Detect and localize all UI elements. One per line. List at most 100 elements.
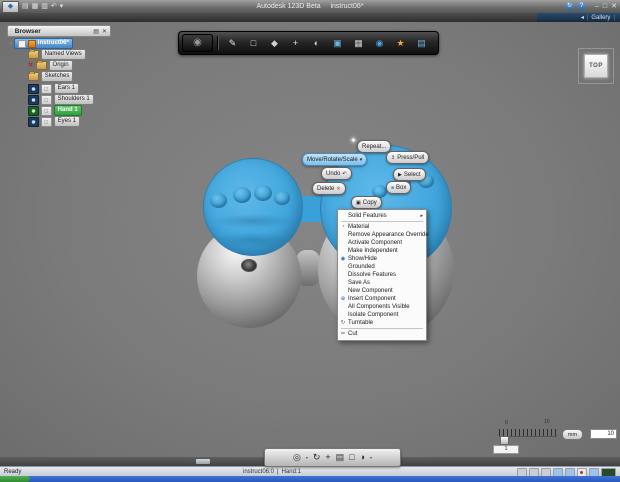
browser-item-label[interactable]: Sketches	[40, 71, 74, 82]
toolbar-shell-icon[interactable]: ◐	[307, 34, 326, 52]
scrollbar-thumb[interactable]	[196, 459, 210, 464]
menu-item-material[interactable]: ◔ Material	[338, 223, 426, 231]
browser-item-label[interactable]: Named Views	[40, 49, 86, 60]
undo-button[interactable]: Undo ↶	[321, 167, 352, 180]
folder-icon	[27, 71, 39, 81]
3d-viewport[interactable]	[0, 22, 620, 457]
app-menu-button[interactable]: ◆	[2, 0, 19, 13]
browser-item-eyes-1[interactable]: · ◻ Eyes 1	[24, 116, 81, 127]
toolbar-move-icon[interactable]: +	[286, 34, 305, 52]
browser-item-label[interactable]: Hand 1	[53, 105, 82, 116]
menu-item-save-as[interactable]: Save As	[338, 279, 426, 287]
knuckle-bump	[210, 193, 227, 208]
close-button[interactable]: ✕	[611, 2, 617, 11]
menu-item-label: Remove Appearance Override	[348, 232, 429, 238]
toolbar-combine-icon[interactable]: ▣	[328, 34, 347, 52]
menu-item-activate-component[interactable]: Activate Component	[338, 239, 426, 247]
start-button[interactable]	[0, 476, 30, 482]
browser-item-label[interactable]: Origin	[48, 60, 73, 71]
menu-separator	[341, 221, 423, 222]
browser-item-origin[interactable]: · ✕ Origin	[24, 60, 73, 71]
menu-item-new-component[interactable]: New Component	[338, 287, 426, 295]
os-taskbar[interactable]	[0, 476, 620, 482]
knuckle-bump	[254, 185, 272, 201]
browser-item-sketches[interactable]: · Sketches	[24, 71, 74, 82]
minimize-button[interactable]: –	[595, 2, 599, 11]
menu-item-make-independent[interactable]: Make Independent	[338, 247, 426, 255]
caret-down-icon[interactable]: ▾	[306, 455, 308, 460]
browser-item-hand-1[interactable]: · ◻ Hand 1	[24, 105, 82, 116]
ruler-handle[interactable]	[500, 436, 509, 445]
display-style-icon[interactable]: ◑	[360, 450, 365, 465]
menu-item-turntable[interactable]: ↻ Turntable	[338, 319, 426, 327]
toolbar-text-3d-icon[interactable]: ★	[391, 34, 410, 52]
browser-panel-header[interactable]: :: Browser ▤ ✕	[7, 25, 111, 37]
visibility-icon[interactable]	[27, 94, 39, 105]
delete-button[interactable]: Delete ✕	[312, 182, 346, 195]
copy-button[interactable]: ▣ Copy	[351, 196, 382, 209]
visibility-icon[interactable]	[27, 83, 39, 94]
browser-item-label[interactable]: Shoulders 1	[53, 94, 94, 105]
undo-icon[interactable]: ↶	[51, 2, 57, 12]
document-title: instruct06*	[330, 3, 364, 10]
pan-icon[interactable]: +	[325, 450, 330, 465]
steering-wheel-icon[interactable]: ◎	[293, 450, 301, 465]
orbit-icon[interactable]: ↻	[313, 450, 321, 465]
sync-icon[interactable]: ↻	[565, 2, 574, 11]
snap-value-field[interactable]: 1	[493, 445, 519, 454]
browser-item-ears-1[interactable]: · ◻ Ears 1	[24, 83, 80, 94]
visibility-icon[interactable]	[27, 105, 39, 116]
press-pull-icon: ↥	[391, 154, 396, 161]
panel-close-icon[interactable]: ✕	[102, 28, 107, 35]
toolbar-pattern-icon[interactable]: ▦	[349, 34, 368, 52]
view-cube[interactable]: TOP	[584, 54, 608, 78]
menu-item-label: Isolate Component	[348, 312, 399, 318]
help-icon[interactable]: ?	[577, 2, 586, 11]
panel-menu-icon[interactable]: ▤	[93, 28, 99, 35]
menu-item-show-hide[interactable]: ◉ Show/Hide	[338, 255, 426, 263]
press-pull-button[interactable]: ↥ Press/Pull	[386, 151, 430, 164]
save-icon[interactable]: ▦	[32, 2, 39, 12]
menu-item-insert-component[interactable]: ⊕ Insert Component	[338, 295, 426, 303]
browser-item-label[interactable]: Ears 1	[53, 83, 80, 94]
snap-ruler[interactable]	[499, 429, 557, 437]
toolbar-press-pull-icon[interactable]: ◆	[265, 34, 284, 52]
print-icon[interactable]: ▥	[41, 2, 48, 12]
menu-item-remove-appearance-override[interactable]: Remove Appearance Override	[338, 231, 429, 239]
open-icon[interactable]: ▤	[22, 2, 29, 12]
repeat-button[interactable]: Repeat...	[357, 140, 392, 153]
grid-size-field[interactable]: 10	[590, 429, 617, 439]
menu-item-all-components-visible[interactable]: All Components Visible	[338, 303, 426, 311]
menu-item-solid-features[interactable]: Solid Features ▸	[338, 212, 426, 220]
look-at-icon[interactable]: ▤	[336, 450, 345, 465]
select-button[interactable]: ▶ Select	[393, 168, 426, 181]
maximize-button[interactable]: □	[603, 2, 607, 11]
select-label: Select	[403, 171, 421, 178]
browser-item-root[interactable]: ▪ instruct06*	[10, 38, 73, 49]
toolbar-material-icon[interactable]: ◉	[370, 34, 389, 52]
menu-item-isolate-component[interactable]: Isolate Component	[338, 311, 426, 319]
insert-icon: ⊕	[340, 296, 346, 302]
toolbar-primitives-icon[interactable]: □	[244, 34, 263, 52]
menu-item-dissolve-features[interactable]: Dissolve Features	[338, 271, 426, 279]
toolbar-separator	[217, 36, 219, 50]
box-button[interactable]: ■ Box	[386, 181, 412, 194]
visibility-icon[interactable]	[27, 116, 39, 127]
move-rotate-scale-button[interactable]: Move/Rotate/Scale ▾	[302, 153, 368, 166]
gallery-button[interactable]: ◂ | Gallery |	[537, 13, 620, 22]
menu-item-cut[interactable]: ✂ Cut	[338, 330, 426, 338]
toolbar-sketch-icon[interactable]: ✎	[223, 34, 242, 52]
back-arrow-icon[interactable]: ◂	[581, 14, 584, 21]
redo-caret-icon[interactable]: ▾	[60, 2, 64, 12]
menu-item-grounded[interactable]: Grounded	[338, 263, 426, 271]
root-pill[interactable]: instruct06*	[13, 38, 73, 49]
browser-item-label[interactable]: Eyes 1	[53, 116, 81, 127]
view-box-icon[interactable]: □	[349, 450, 354, 465]
caret-down-icon[interactable]: ▾	[370, 455, 372, 460]
browser-item-named-views[interactable]: · Named Views	[24, 49, 86, 60]
toolbar-snap-grid-icon[interactable]: ▤	[412, 34, 431, 52]
browser-item-shoulders-1[interactable]: · ◻ Shoulders 1	[24, 94, 94, 105]
toolbar-main-menu-button[interactable]: ◉	[182, 34, 213, 52]
units-button[interactable]: mm	[562, 429, 583, 440]
gallery-label[interactable]: Gallery	[591, 15, 610, 21]
